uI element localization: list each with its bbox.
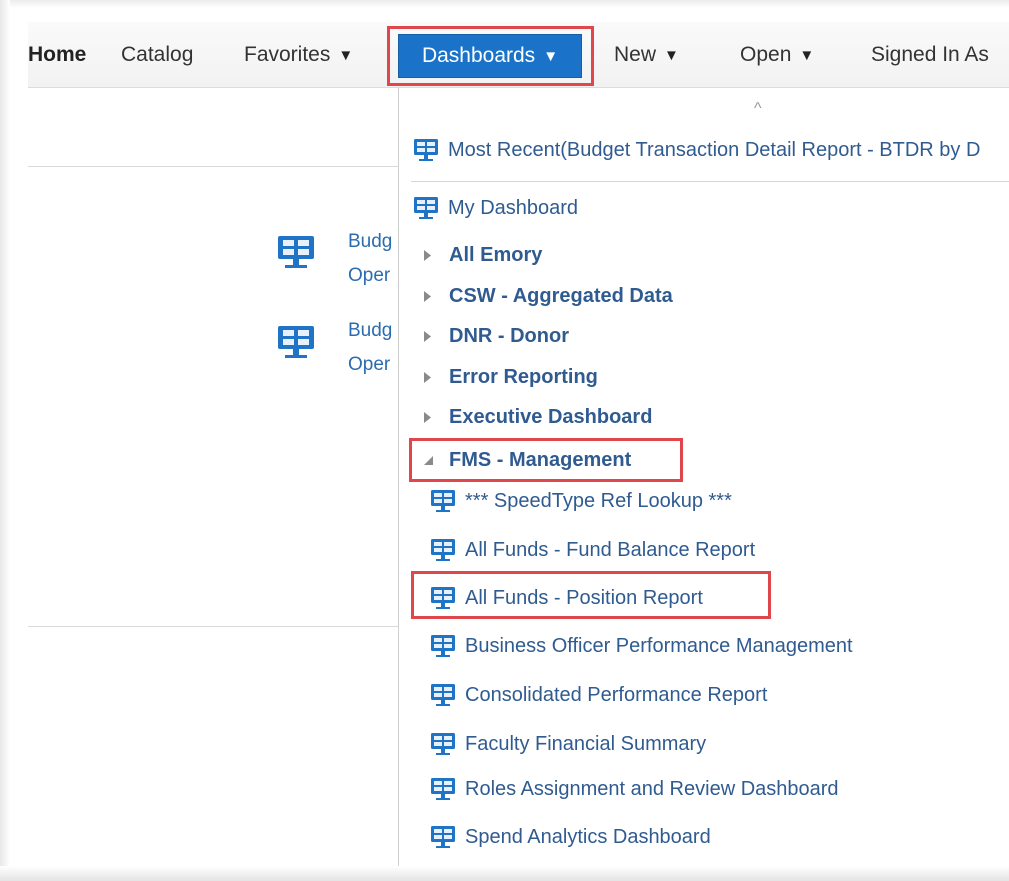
nav-favorites[interactable]: Favorites ▼ [244,22,353,88]
expand-triangle-icon[interactable] [423,408,437,428]
nav-catalog[interactable]: Catalog [121,22,193,88]
dashboard-icon [431,733,455,755]
frame-shadow-left [0,0,10,881]
dashboard-item-faculty-financial-summary[interactable]: Faculty Financial Summary [430,732,706,756]
folder-label: CSW - Aggregated Data [449,285,673,307]
dashboard-item-label: Consolidated Performance Report [465,683,768,706]
dashboard-icon [431,684,455,706]
nav-open[interactable]: Open ▼ [740,22,814,88]
caret-down-icon: ▼ [799,46,815,64]
caret-down-icon: ▼ [664,46,679,64]
dashboard-item-label: All Funds - Fund Balance Report [465,538,756,561]
folder-csw-aggregated-data[interactable]: CSW - Aggregated Data [423,285,673,308]
menu-divider [411,181,1009,182]
nav-open-label: Open [740,43,792,66]
expand-triangle-icon[interactable] [423,287,437,307]
folder-label: DNR - Donor [449,325,569,347]
highlight-box-fms-management [409,438,683,482]
nav-catalog-label: Catalog [121,43,194,66]
dashboard-icon [278,326,314,358]
nav-signed-in-as[interactable]: Signed In As [871,22,989,88]
dashboard-item-consolidated-performance[interactable]: Consolidated Performance Report [430,683,767,707]
background-item-title[interactable]: Budg [348,231,392,253]
folder-label: Error Reporting [449,366,598,388]
caret-down-icon: ▼ [338,46,354,64]
dashboard-item-label: *** SpeedType Ref Lookup *** [465,489,732,512]
dashboard-item-label: Faculty Financial Summary [465,732,707,755]
menu-item-most-recent[interactable]: Most Recent(Budget Transaction Detail Re… [413,138,980,162]
folder-label: All Emory [449,244,543,266]
dashboard-item-label: Roles Assignment and Review Dashboard [465,777,839,800]
content-divider [28,626,398,627]
background-item-open-link[interactable]: Oper [348,265,390,287]
highlight-box-position-report [411,571,771,619]
dashboard-icon [431,490,455,512]
highlight-box-dashboards [387,26,594,86]
dashboard-icon [278,236,314,268]
scroll-up-icon[interactable]: ^ [754,100,762,118]
folder-dnr-donor[interactable]: DNR - Donor [423,325,569,348]
folder-all-emory[interactable]: All Emory [423,244,542,267]
nav-favorites-label: Favorites [244,43,331,66]
dashboard-icon [431,635,455,657]
expand-triangle-icon[interactable] [423,246,437,266]
menu-item-label: My Dashboard [448,196,579,219]
background-item-title[interactable]: Budg [348,320,392,342]
dashboard-icon [414,197,438,219]
content-divider [28,166,398,167]
menu-item-label: Most Recent(Budget Transaction Detail Re… [448,138,981,161]
background-item-open-link[interactable]: Oper [348,354,390,376]
nav-new-label: New [614,43,657,66]
expand-triangle-icon[interactable] [423,327,437,347]
menu-item-my-dashboard[interactable]: My Dashboard [413,196,578,220]
frame-shadow-top [0,0,1009,8]
dashboard-item-roles-assignment[interactable]: Roles Assignment and Review Dashboard [430,777,839,801]
dashboard-item-business-officer-performance[interactable]: Business Officer Performance Management [430,634,853,658]
expand-triangle-icon[interactable] [423,368,437,388]
nav-home-label: Home [28,43,87,66]
folder-label: Executive Dashboard [449,406,653,428]
folder-executive-dashboard[interactable]: Executive Dashboard [423,406,652,429]
folder-error-reporting[interactable]: Error Reporting [423,366,598,389]
dashboard-icon [414,139,438,161]
nav-signed-in-label: Signed In As [871,43,989,66]
dashboard-icon [431,539,455,561]
frame-shadow-bottom [0,866,1009,881]
dashboard-item-label: Spend Analytics Dashboard [465,825,711,848]
dashboard-item-fund-balance-report[interactable]: All Funds - Fund Balance Report [430,538,755,562]
nav-new[interactable]: New ▼ [614,22,679,88]
dashboard-item-label: Business Officer Performance Management [465,634,853,657]
dashboard-item-spend-analytics[interactable]: Spend Analytics Dashboard [430,825,711,849]
dashboard-item-speedtype-ref-lookup[interactable]: *** SpeedType Ref Lookup *** [430,489,732,513]
nav-home[interactable]: Home [28,22,86,88]
dashboard-icon [431,778,455,800]
dashboard-icon [431,826,455,848]
